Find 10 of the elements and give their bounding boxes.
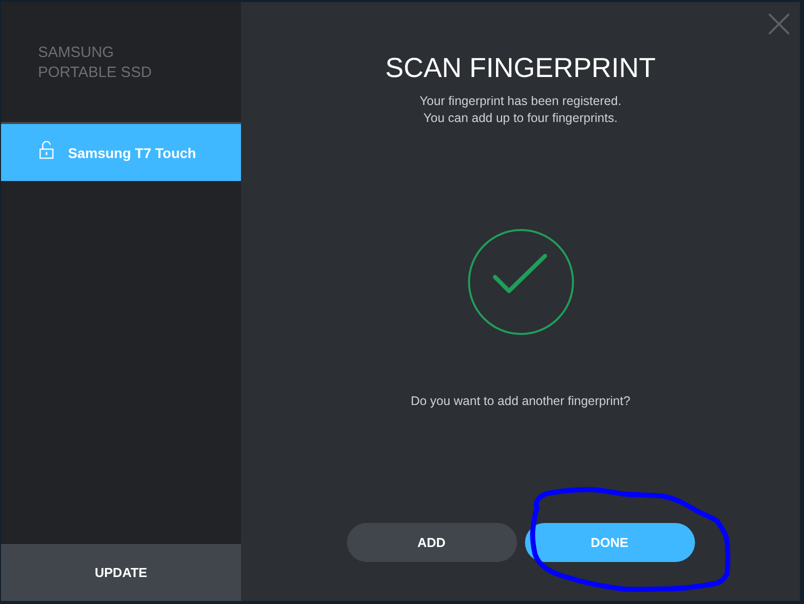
check-circle-icon bbox=[466, 228, 574, 336]
question-text: Do you want to add another fingerprint? bbox=[410, 393, 630, 410]
dialog-title: SCAN FINGERPRINT bbox=[385, 51, 656, 85]
close-icon[interactable] bbox=[768, 13, 790, 35]
update-button[interactable]: UPDATE bbox=[1, 544, 241, 601]
dialog-button[interactable]: ADD bbox=[346, 523, 516, 562]
brand-text: SAMSUNG bbox=[38, 43, 114, 63]
brand-text: PORTABLE SSD bbox=[38, 63, 152, 83]
message-text: You can add up to four fingerprints. bbox=[423, 110, 618, 127]
message-text: Your fingerprint has been registered. bbox=[420, 93, 622, 110]
